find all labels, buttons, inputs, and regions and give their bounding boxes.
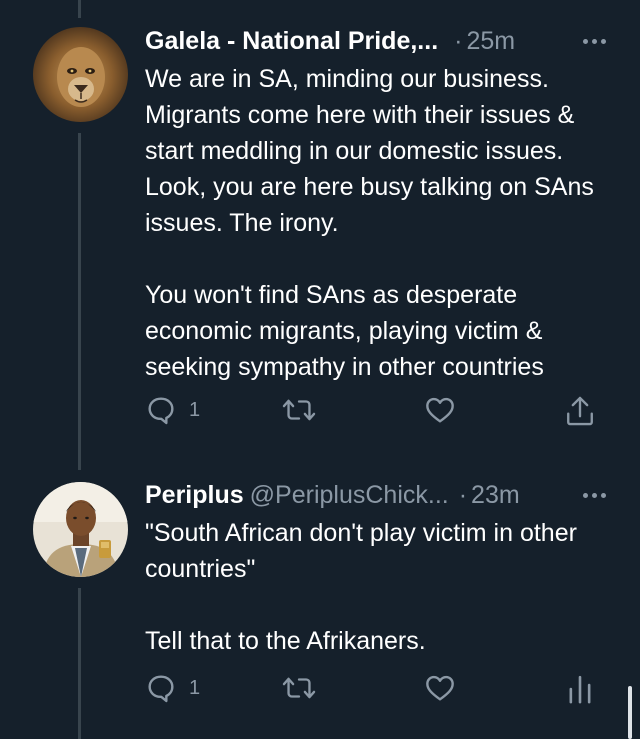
analytics-button[interactable] [566, 672, 594, 706]
thread-line-middle [78, 133, 81, 470]
reply-icon [148, 397, 174, 425]
thread-line-top [78, 0, 81, 18]
thread-line-bottom [78, 588, 81, 739]
tweet-header: Periplus @PeriplusChick... · 23m [145, 480, 610, 510]
like-button[interactable] [424, 394, 456, 426]
share-icon [567, 396, 593, 426]
reply-button[interactable]: 1 [145, 394, 200, 426]
tweet-text: "South African don't play victim in othe… [145, 519, 577, 655]
more-options-icon[interactable] [583, 492, 610, 498]
lion-avatar-icon [33, 27, 128, 122]
heart-icon [426, 397, 454, 423]
reply-count: 1 [189, 398, 201, 421]
avatar[interactable] [33, 482, 128, 577]
display-name[interactable]: Periplus [145, 480, 244, 510]
person-avatar-icon [33, 482, 128, 577]
avatar[interactable] [33, 27, 128, 122]
tweet-actions: 1 [145, 394, 595, 430]
timestamp[interactable]: 25m [466, 26, 515, 56]
separator-dot: · [454, 27, 463, 55]
retweet-button[interactable] [282, 394, 316, 426]
handle[interactable]: @PeriplusChick... [250, 480, 449, 510]
like-button[interactable] [424, 672, 456, 704]
scroll-indicator[interactable] [628, 686, 632, 739]
separator-dot: · [458, 481, 468, 509]
analytics-icon [569, 675, 591, 704]
retweet-button[interactable] [282, 672, 316, 704]
share-button[interactable] [564, 394, 596, 428]
retweet-icon [282, 399, 316, 421]
retweet-icon [282, 677, 316, 699]
more-options-icon[interactable] [583, 38, 610, 44]
heart-icon [426, 675, 454, 701]
tweet-actions: 1 [145, 672, 595, 708]
tweet-header: Galela - National Pride,... · 25m [145, 26, 610, 56]
display-name[interactable]: Galela - National Pride,... [145, 26, 438, 56]
timestamp[interactable]: 23m [471, 480, 520, 510]
reply-button[interactable]: 1 [145, 672, 200, 704]
reply-count: 1 [189, 676, 201, 699]
reply-icon [148, 675, 174, 703]
tweet-text: We are in SA, minding our business. Migr… [145, 65, 594, 381]
